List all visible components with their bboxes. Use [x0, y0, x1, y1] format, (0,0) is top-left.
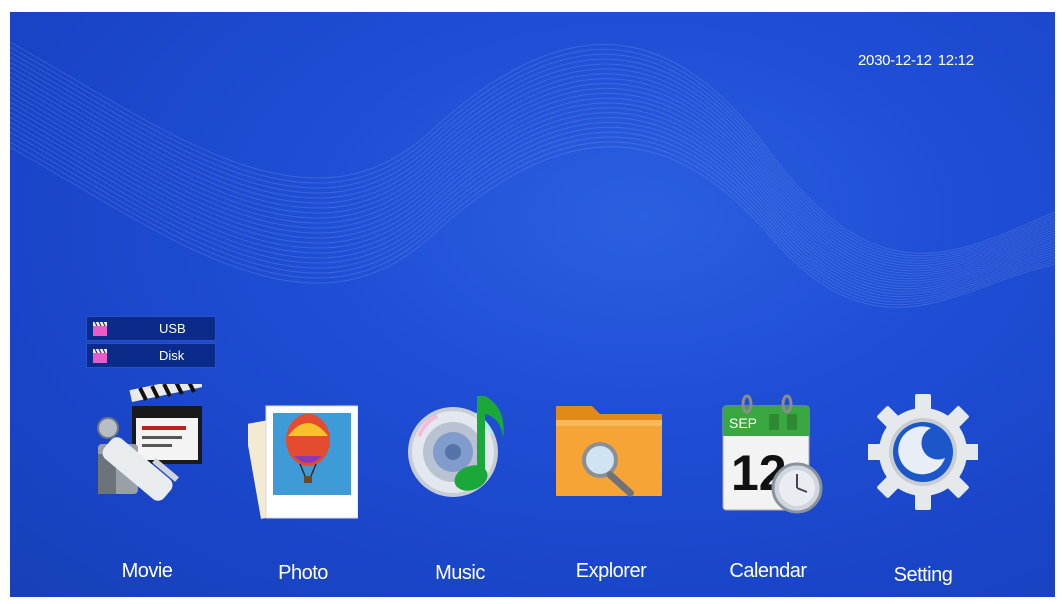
- source-menu: USB Disk: [86, 316, 216, 370]
- music-cd-icon: [408, 396, 504, 497]
- movie-camera-icon: [97, 384, 202, 501]
- source-item-disk[interactable]: Disk: [86, 343, 216, 368]
- folder-search-icon: [556, 406, 662, 497]
- calendar-month: SEP: [729, 415, 757, 431]
- app-label: Movie: [121, 560, 173, 582]
- app-movie[interactable]: Movie: [72, 384, 222, 589]
- calendar-clock-icon: SEP 12: [722, 394, 823, 514]
- source-item-label: Disk: [159, 348, 185, 363]
- background-wave-line: [10, 121, 1055, 295]
- home-screen: 2030-12-12 12:12 USB Disk Movie Photo Mu…: [10, 12, 1055, 597]
- source-item-usb[interactable]: USB: [86, 316, 216, 341]
- background-wave-line: [10, 61, 1055, 264]
- source-item-label: USB: [159, 321, 186, 336]
- app-setting[interactable]: Setting: [848, 384, 998, 589]
- app-label: Photo: [278, 562, 328, 584]
- photo-balloon-icon: [248, 405, 358, 519]
- app-explorer[interactable]: Explorer: [536, 384, 686, 589]
- clapper-icon: [93, 321, 107, 336]
- time-text: 12:12: [937, 52, 974, 69]
- app-photo[interactable]: Photo: [228, 384, 378, 589]
- app-calendar[interactable]: SEP 12 Calendar: [693, 384, 843, 589]
- gear-icon: [868, 394, 978, 510]
- background-wave-line: [10, 116, 1055, 292]
- app-label: Setting: [893, 564, 953, 586]
- background-wave-line: [10, 71, 1055, 269]
- app-label: Calendar: [729, 560, 807, 582]
- background-wave-line: [10, 91, 1055, 279]
- clapper-icon: [93, 348, 107, 363]
- datetime-display: 2030-12-12 12:12: [858, 52, 974, 69]
- app-label: Music: [435, 562, 485, 584]
- background-wave-line: [10, 56, 1055, 262]
- date-text: 2030-12-12: [858, 52, 932, 69]
- app-music[interactable]: Music: [385, 384, 535, 589]
- app-label: Explorer: [575, 560, 647, 582]
